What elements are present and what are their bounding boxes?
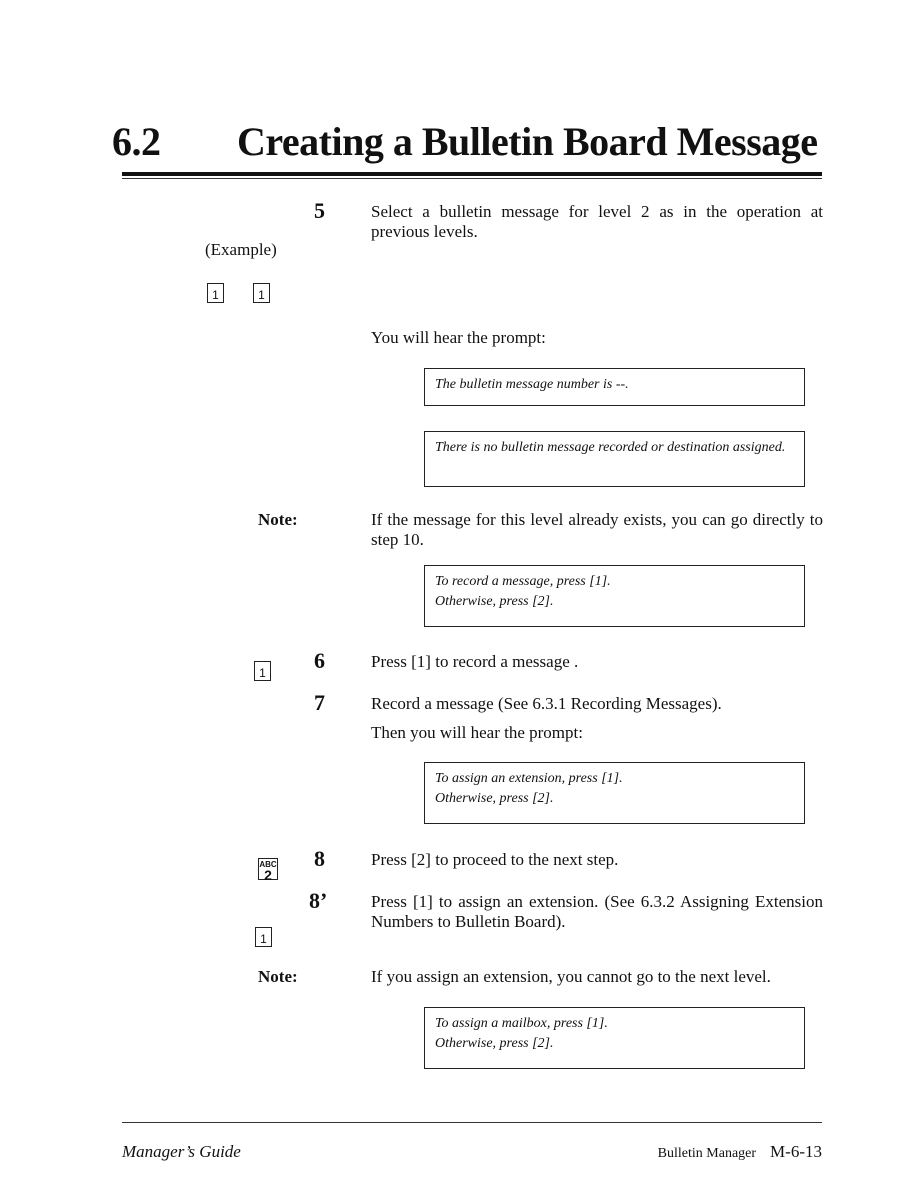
note-label: Note: xyxy=(258,967,298,986)
prompt-text: There is no bulletin message recorded or… xyxy=(435,440,786,455)
prompt-line: Otherwise, press [2]. xyxy=(435,791,554,806)
step-6-text: Press [1] to record a message . xyxy=(371,652,579,671)
step-8-alt-text: Press [1] to assign an extension. (See 6… xyxy=(371,892,823,931)
step-7-followup: Then you will hear the prompt: xyxy=(371,723,583,742)
section-number: 6.2 xyxy=(112,119,161,164)
step-8-text: Press [2] to proceed to the next step. xyxy=(371,850,619,869)
prompt-line: To assign an extension, press [1]. xyxy=(435,771,623,786)
note-text: If the message for this level already ex… xyxy=(371,510,823,549)
footer-manual-title: Manager’s Guide xyxy=(122,1142,241,1161)
key-1-icon: 1 xyxy=(207,283,224,303)
footer-rule xyxy=(122,1122,822,1123)
step-number-5: 5 xyxy=(314,198,325,223)
title-rule-thin xyxy=(122,178,822,179)
key-1-icon: 1 xyxy=(254,661,271,681)
title-rule-thick xyxy=(122,172,822,176)
prompt-intro: You will hear the prompt: xyxy=(371,328,546,347)
step-5-text: Select a bulletin message for level 2 as… xyxy=(371,202,823,241)
note-text: If you assign an extension, you cannot g… xyxy=(371,967,771,986)
section-title: Creating a Bulletin Board Message xyxy=(237,119,818,164)
page-number: M-6-13 xyxy=(770,1142,822,1161)
example-label: (Example) xyxy=(205,240,277,259)
step-number-8-alt: 8’ xyxy=(309,888,328,913)
footer-section-name: Bulletin Manager xyxy=(657,1146,757,1161)
prompt-text: The bulletin message number is --. xyxy=(435,377,629,392)
key-1-icon: 1 xyxy=(253,283,270,303)
step-number-7: 7 xyxy=(314,690,325,715)
prompt-box: The bulletin message number is --. xyxy=(424,368,805,406)
key-2-abc-icon: ABC 2 xyxy=(258,858,278,883)
prompt-box: To assign an extension, press [1]. Other… xyxy=(424,762,805,824)
prompt-line: To assign a mailbox, press [1]. xyxy=(435,1016,608,1031)
note-label: Note: xyxy=(258,510,298,529)
step-number-8: 8 xyxy=(314,846,325,871)
prompt-line: Otherwise, press [2]. xyxy=(435,594,554,609)
footer-page-info: Bulletin Manager M-6-13 xyxy=(658,1142,822,1162)
step-7-text: Record a message (See 6.3.1 Recording Me… xyxy=(371,694,722,713)
key-1-icon: 1 xyxy=(255,927,272,947)
prompt-box: To assign a mailbox, press [1]. Otherwis… xyxy=(424,1007,805,1069)
prompt-line: Otherwise, press [2]. xyxy=(435,1036,554,1051)
prompt-box: There is no bulletin message recorded or… xyxy=(424,431,805,487)
prompt-line: To record a message, press [1]. xyxy=(435,574,611,589)
prompt-box: To record a message, press [1]. Otherwis… xyxy=(424,565,805,627)
step-number-6: 6 xyxy=(314,648,325,673)
